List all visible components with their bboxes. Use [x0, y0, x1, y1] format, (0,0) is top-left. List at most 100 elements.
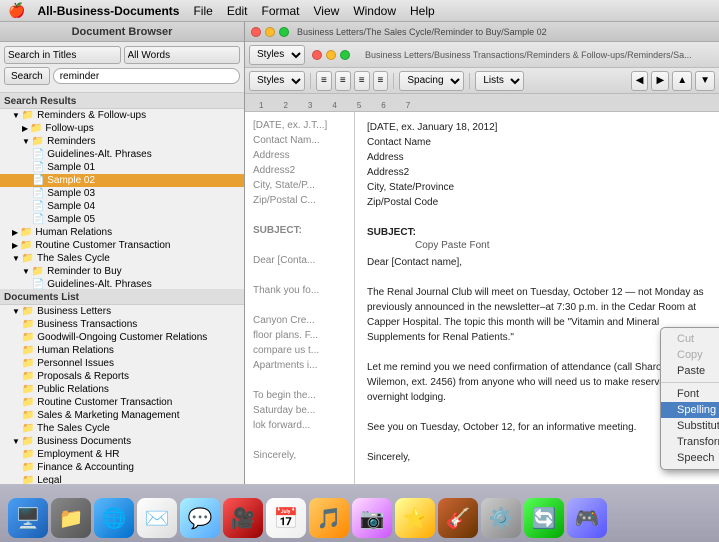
search-scope-dropdown[interactable]: Search in Titles: [4, 46, 121, 64]
minimize-button[interactable]: [265, 27, 275, 37]
ctx-cut[interactable]: Cut: [661, 331, 719, 347]
menu-items: File Edit Format View Window Help: [193, 4, 434, 18]
list-item[interactable]: ▶📁 Routine Customer Transaction: [0, 239, 244, 252]
spacing-dropdown[interactable]: Spacing: [399, 71, 464, 91]
list-item[interactable]: 📁 Legal: [0, 474, 244, 485]
dock-icon-chat[interactable]: 💬: [180, 498, 220, 538]
list-item[interactable]: 📁 Public Relations: [0, 383, 244, 396]
close-button[interactable]: [251, 27, 261, 37]
dock-icon-browser[interactable]: 🌐: [94, 498, 134, 538]
menubar: 🍎 All-Business-Documents File Edit Forma…: [0, 0, 719, 22]
list-item[interactable]: ▼📁 The Sales Cycle: [0, 252, 244, 265]
list-item[interactable]: 📁 Business Transactions: [0, 318, 244, 331]
list-item[interactable]: ▼📁 Reminder to Buy: [0, 265, 244, 278]
doc-traffic-lights: [312, 50, 350, 60]
search-input[interactable]: [53, 68, 240, 84]
ctx-paste[interactable]: Paste: [661, 363, 719, 379]
maximize-button[interactable]: [279, 27, 289, 37]
list-item[interactable]: 📁 Proposals & Reports: [0, 370, 244, 383]
separator: [469, 73, 470, 89]
list-item[interactable]: 📄 Sample 04: [0, 200, 244, 213]
nav-down[interactable]: ▼: [695, 71, 715, 91]
nav-next[interactable]: ▶: [651, 71, 669, 91]
list-item[interactable]: ▶📁 Human Relations: [0, 226, 244, 239]
menu-format[interactable]: Format: [262, 4, 300, 18]
panel-title: Document Browser: [0, 22, 244, 42]
ctx-substitutions[interactable]: Substitutions ▶: [661, 418, 719, 434]
editor-toolbar-1: Styles Business Letters/Business Transac…: [245, 42, 719, 68]
ctx-copy[interactable]: Copy: [661, 347, 719, 363]
editor-content[interactable]: [DATE, ex. J.T...] Contact Nam... Addres…: [245, 112, 719, 484]
dock-icon-update[interactable]: 🔄: [524, 498, 564, 538]
menu-help[interactable]: Help: [410, 4, 435, 18]
dock: 🖥️ 📁 🌐 ✉️ 💬 🎥 📅 🎵 📷 ⭐ 🎸 ⚙️ 🔄 🎮: [0, 484, 719, 542]
main-area: Document Browser Search in Titles All Wo…: [0, 22, 719, 484]
left-panel: Document Browser Search in Titles All Wo…: [0, 22, 245, 484]
list-item[interactable]: ▼📁 Business Documents: [0, 435, 244, 448]
menu-window[interactable]: Window: [353, 4, 396, 18]
list-item[interactable]: ▼📁 Reminders & Follow-ups: [0, 109, 244, 122]
nav-prev[interactable]: ◀: [631, 71, 649, 91]
dock-icon-finder[interactable]: 🖥️: [8, 498, 48, 538]
nav-up[interactable]: ▲: [672, 71, 692, 91]
documents-list-label: Documents List: [0, 289, 244, 305]
dock-icon-misc[interactable]: 🎮: [567, 498, 607, 538]
list-item[interactable]: 📁 Employment & HR: [0, 448, 244, 461]
dock-icon-music[interactable]: 🎵: [309, 498, 349, 538]
separator: [310, 73, 311, 89]
list-item[interactable]: 📄 Guidelines-Alt. Phrases: [0, 278, 244, 289]
documents-list-tree: ▼📁 Business Letters 📁 Business Transacti…: [0, 305, 244, 485]
list-item[interactable]: 📄 Guidelines-Alt. Phrases: [0, 148, 244, 161]
styles-dropdown-2[interactable]: Styles: [249, 71, 305, 91]
menu-edit[interactable]: Edit: [227, 4, 248, 18]
list-item[interactable]: 📁 Finance & Accounting: [0, 461, 244, 474]
search-results-label: Search Results: [0, 93, 244, 109]
doc-close-button[interactable]: [312, 50, 322, 60]
context-menu: Cut Copy Paste Font ▶ Spelling and Gramm…: [660, 327, 719, 470]
align-center-btn[interactable]: ≡: [335, 71, 351, 91]
doc-minimize-button[interactable]: [326, 50, 336, 60]
align-left-btn[interactable]: ≡: [316, 71, 332, 91]
traffic-lights: [251, 27, 289, 37]
dock-icon-settings[interactable]: ⚙️: [481, 498, 521, 538]
dock-icon-star[interactable]: ⭐: [395, 498, 435, 538]
list-item[interactable]: 📄 Sample 03: [0, 187, 244, 200]
dock-icon-video[interactable]: 🎥: [223, 498, 263, 538]
menu-view[interactable]: View: [314, 4, 340, 18]
dock-icon-files[interactable]: 📁: [51, 498, 91, 538]
align-right-btn[interactable]: ≡: [354, 71, 370, 91]
list-item[interactable]: 📁 Personnel Issues: [0, 357, 244, 370]
search-button[interactable]: Search: [4, 67, 50, 85]
apple-menu[interactable]: 🍎: [8, 2, 25, 19]
list-item[interactable]: ▼📁 Business Letters: [0, 305, 244, 318]
justify-btn[interactable]: ≡: [373, 71, 389, 91]
list-item[interactable]: ▼📁 Reminders: [0, 135, 244, 148]
dock-icon-calendar[interactable]: 📅: [266, 498, 306, 538]
search-area: Search in Titles All Words Search: [0, 42, 244, 93]
lists-dropdown[interactable]: Lists: [475, 71, 524, 91]
doc-maximize-button[interactable]: [340, 50, 350, 60]
list-item[interactable]: 📁 Routine Customer Transaction: [0, 396, 244, 409]
list-item[interactable]: 📁 Goodwill-Ongoing Customer Relations: [0, 331, 244, 344]
list-item[interactable]: 📁 The Sales Cycle: [0, 422, 244, 435]
ctx-speech[interactable]: Speech ▶: [661, 450, 719, 466]
list-item[interactable]: 📄 Sample 01: [0, 161, 244, 174]
dock-icon-mail[interactable]: ✉️: [137, 498, 177, 538]
editor-breadcrumb: Business Letters/The Sales Cycle/Reminde…: [297, 27, 547, 37]
doc-breadcrumb: Business Letters/Business Transactions/R…: [361, 50, 715, 60]
doc-main-editor[interactable]: [DATE, ex. January 18, 2012] Contact Nam…: [355, 112, 719, 484]
ctx-spelling[interactable]: Spelling and Grammar ▶: [661, 402, 719, 418]
list-item-sample02[interactable]: 📄 Sample 02: [0, 174, 244, 187]
search-words-dropdown[interactable]: All Words: [124, 46, 241, 64]
menu-file[interactable]: File: [193, 4, 212, 18]
list-item[interactable]: 📁 Sales & Marketing Management: [0, 409, 244, 422]
ctx-transformations[interactable]: Transformations ▶: [661, 434, 719, 450]
dock-icon-guitar[interactable]: 🎸: [438, 498, 478, 538]
list-item[interactable]: 📁 Human Relations: [0, 344, 244, 357]
dock-icon-photos[interactable]: 📷: [352, 498, 392, 538]
ctx-font[interactable]: Font ▶: [661, 386, 719, 402]
app-name: All-Business-Documents: [37, 4, 179, 18]
styles-dropdown[interactable]: Styles: [249, 45, 305, 65]
list-item[interactable]: 📄 Sample 05: [0, 213, 244, 226]
list-item[interactable]: ▶📁 Follow-ups: [0, 122, 244, 135]
